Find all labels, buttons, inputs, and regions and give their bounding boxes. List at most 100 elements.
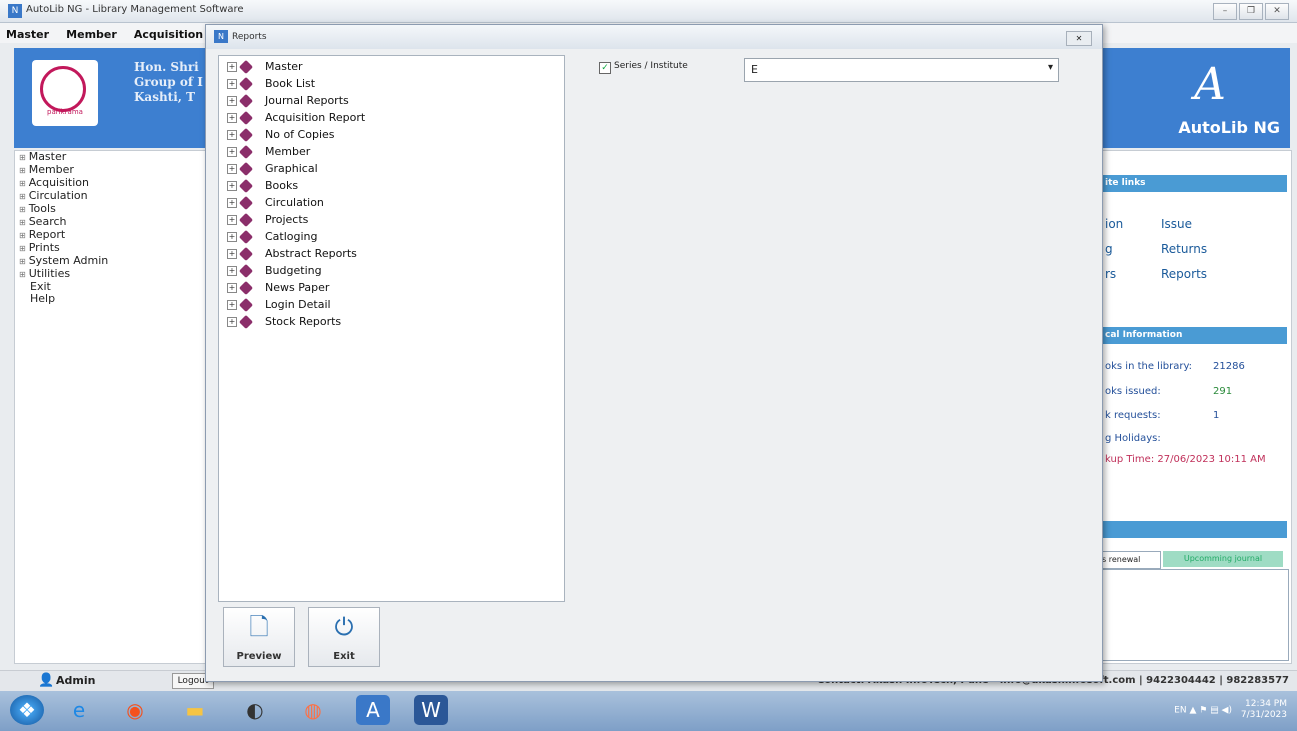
series-institute-checkbox[interactable]: ✓ — [599, 62, 611, 74]
tree-node-master[interactable]: + Master — [219, 58, 564, 75]
tree-node-catloging[interactable]: + Catloging — [219, 228, 564, 245]
expand-icon[interactable]: + — [227, 164, 237, 174]
expand-icon[interactable]: + — [227, 232, 237, 242]
tree-node-news-paper[interactable]: + News Paper — [219, 279, 564, 296]
app-title: AutoLib NG - Library Management Software — [26, 4, 244, 15]
tree-node-acquisition-report[interactable]: + Acquisition Report — [219, 109, 564, 126]
folder-icon[interactable]: ▬ — [178, 695, 212, 725]
tree-label: Circulation — [265, 196, 324, 209]
stat-holidays: g Holidays: — [1105, 433, 1161, 444]
nav-label: Acquisition — [28, 176, 89, 189]
firefox-icon[interactable]: ◍ — [296, 695, 330, 725]
nav-label: Utilities — [28, 267, 71, 280]
tree-node-no-of-copies[interactable]: + No of Copies — [219, 126, 564, 143]
exit-button[interactable]: ⏻ Exit — [308, 607, 380, 667]
institute-line-3: Kashti, T — [134, 90, 196, 104]
tree-node-member[interactable]: + Member — [219, 143, 564, 160]
expand-icon: ⊞ — [19, 218, 26, 227]
language-indicator[interactable]: EN — [1174, 706, 1186, 716]
nav-label: Master — [28, 150, 67, 163]
quick-link-reports[interactable]: Reports — [1161, 267, 1207, 281]
tree-node-budgeting[interactable]: + Budgeting — [219, 262, 564, 279]
expand-icon[interactable]: + — [227, 113, 237, 123]
tree-node-graphical[interactable]: + Graphical — [219, 160, 564, 177]
tree-node-book-list[interactable]: + Book List — [219, 75, 564, 92]
ie-icon[interactable]: e — [62, 695, 96, 725]
tree-node-circulation[interactable]: + Circulation — [219, 194, 564, 211]
expand-icon[interactable]: + — [227, 79, 237, 89]
quick-link-acquisition[interactable]: ion — [1105, 217, 1123, 231]
tree-node-books[interactable]: + Books — [219, 177, 564, 194]
chrome-icon[interactable]: ◉ — [118, 695, 152, 725]
start-button[interactable]: ❖ — [10, 695, 44, 725]
tree-node-projects[interactable]: + Projects — [219, 211, 564, 228]
dialog-app-icon: N — [214, 30, 228, 43]
tree-label: News Paper — [265, 281, 330, 294]
quick-link-returns[interactable]: Returns — [1161, 242, 1207, 256]
tree-node-login-detail[interactable]: + Login Detail — [219, 296, 564, 313]
expand-icon[interactable]: + — [227, 96, 237, 106]
tree-node-journal-reports[interactable]: + Journal Reports — [219, 92, 564, 109]
menu-master[interactable]: Master — [0, 25, 55, 41]
expand-icon[interactable]: + — [227, 62, 237, 72]
app-titlebar: N AutoLib NG - Library Management Softwa… — [0, 0, 1297, 23]
renewal-heading — [1101, 521, 1287, 538]
expand-icon[interactable]: + — [227, 215, 237, 225]
quick-link-members[interactable]: rs — [1105, 267, 1116, 281]
book-icon — [238, 110, 254, 126]
tree-label: Catloging — [265, 230, 318, 243]
tree-label: Projects — [265, 213, 309, 226]
series-institute-select[interactable]: E ▾ — [744, 58, 1059, 82]
clock[interactable]: 12:34 PM 7/31/2023 — [1241, 699, 1287, 721]
autolib-taskbar-icon[interactable]: A — [356, 695, 390, 725]
tree-label: Stock Reports — [265, 315, 342, 328]
institute-line-2: Group of I — [134, 75, 203, 89]
stats-heading: cal Information — [1101, 327, 1287, 344]
tab-upcoming-journal[interactable]: Upcomming journal — [1163, 551, 1283, 567]
left-nav: ⊞ Master ⊞ Member ⊞ Acquisition ⊞ Circulatio… — [14, 150, 206, 664]
restore-icon[interactable]: ❐ — [1239, 3, 1263, 20]
expand-icon[interactable]: + — [227, 130, 237, 140]
nav-label: System Admin — [28, 254, 109, 267]
media-player-icon[interactable]: ◐ — [238, 695, 272, 725]
quick-link-issue[interactable]: Issue — [1161, 217, 1192, 231]
stat-label: k requests: — [1105, 410, 1161, 421]
tree-node-stock-reports[interactable]: + Stock Reports — [219, 313, 564, 330]
nav-item-help[interactable]: Help — [15, 293, 205, 305]
institute-name: Hon. Shri Group of I Kashti, T — [134, 60, 203, 105]
menu-acquisition[interactable]: Acquisition — [128, 25, 209, 41]
dialog-close-icon[interactable]: ✕ — [1066, 31, 1092, 46]
minimize-icon[interactable]: – — [1213, 3, 1237, 20]
tree-label: Journal Reports — [265, 94, 349, 107]
stat-book-requests: k requests: 1 — [1105, 410, 1219, 421]
expand-icon[interactable]: + — [227, 147, 237, 157]
logo-ring-icon — [40, 66, 86, 112]
tree-node-abstract-reports[interactable]: + Abstract Reports — [219, 245, 564, 262]
expand-icon[interactable]: + — [227, 317, 237, 327]
expand-icon[interactable]: + — [227, 181, 237, 191]
expand-icon[interactable]: + — [227, 300, 237, 310]
word-icon[interactable]: W — [414, 695, 448, 725]
tab-renewal[interactable]: s renewal — [1101, 551, 1161, 569]
close-icon[interactable]: ✕ — [1265, 3, 1289, 20]
autolib-logo-icon: A — [1194, 59, 1226, 110]
expand-icon[interactable]: + — [227, 266, 237, 276]
clock-time: 12:34 PM — [1245, 699, 1287, 709]
reports-dialog: N Reports ✕ + Master + Book List + Journal … — [205, 24, 1103, 682]
quick-link-cataloging[interactable]: g — [1105, 242, 1113, 256]
preview-button[interactable]: 🗋 Preview — [223, 607, 295, 667]
menu-member[interactable]: Member — [60, 25, 123, 41]
exit-label: Exit — [333, 651, 355, 662]
institute-logo: parikrama — [32, 60, 98, 126]
expand-icon[interactable]: + — [227, 283, 237, 293]
expand-icon[interactable]: + — [227, 249, 237, 259]
quick-links-heading: ite links — [1101, 175, 1287, 192]
expand-icon: ⊞ — [19, 244, 26, 253]
institute-line-1: Hon. Shri — [134, 60, 199, 74]
stat-label: g Holidays: — [1105, 433, 1161, 444]
dropdown-arrow-icon[interactable]: ▾ — [1048, 62, 1053, 73]
expand-icon[interactable]: + — [227, 198, 237, 208]
book-icon — [238, 127, 254, 143]
windows-taskbar: ❖ e ◉ ▬ ◐ ◍ A W EN ▲ ⚑ ▤ ◀) 12:34 PM 7/3… — [0, 691, 1297, 731]
expand-icon: ⊞ — [19, 166, 26, 175]
